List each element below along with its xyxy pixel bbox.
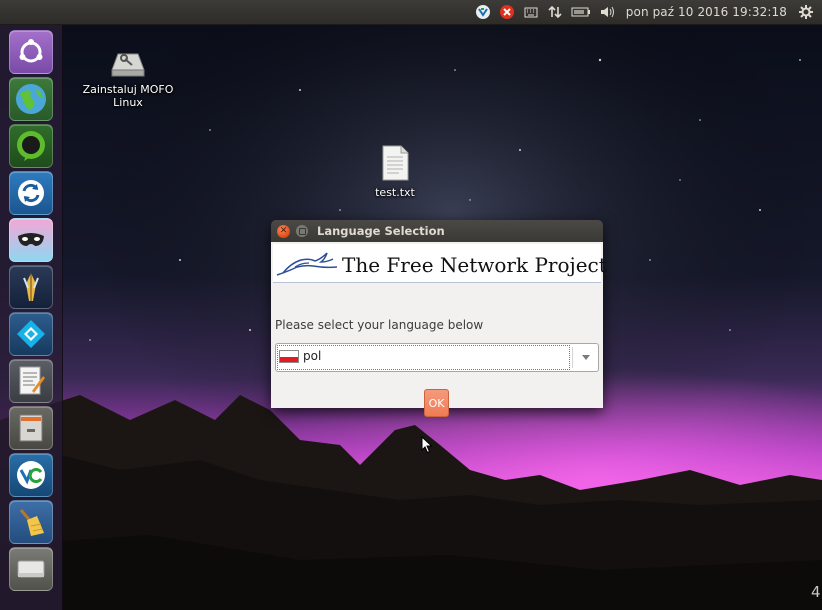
- text-editor-icon: [19, 366, 45, 395]
- vc-logo-icon: [17, 461, 45, 489]
- dialog-titlebar[interactable]: ✕ Language Selection: [271, 220, 603, 242]
- ok-button[interactable]: OK: [424, 389, 449, 417]
- settings-gear-icon[interactable]: [794, 0, 818, 25]
- clock[interactable]: pon paź 10 2016 19:32:18: [621, 0, 794, 25]
- rabbit-logo-icon: [276, 252, 338, 276]
- system-tray: pon paź 10 2016 19:32:18: [471, 0, 818, 25]
- error-icon[interactable]: [495, 0, 519, 25]
- keyboard-icon[interactable]: [519, 0, 543, 25]
- freenet-banner: The Free Network Project: [273, 244, 607, 283]
- launcher: [0, 25, 63, 610]
- launcher-messenger[interactable]: [9, 124, 53, 168]
- launcher-sync-app[interactable]: [9, 171, 53, 215]
- dialog-title: Language Selection: [317, 224, 445, 238]
- desktop-icon-test-txt[interactable]: test.txt: [360, 145, 430, 199]
- drive-icon: [17, 560, 45, 578]
- poland-flag-icon: [279, 350, 299, 363]
- combo-separator: [572, 347, 573, 368]
- corner-label: 4: [811, 583, 821, 601]
- desktop-icon-install[interactable]: Zainstaluj MOFO Linux: [78, 50, 178, 109]
- desktop-icon-label-line2: Linux: [113, 96, 143, 109]
- launcher-cleaner[interactable]: [9, 500, 53, 544]
- minimize-icon[interactable]: [296, 225, 308, 237]
- mouse-cursor-icon: [421, 436, 433, 454]
- file-cabinet-icon: [19, 414, 43, 442]
- launcher-veracrypt[interactable]: [9, 453, 53, 497]
- top-panel: pon paź 10 2016 19:32:18: [0, 0, 822, 25]
- launcher-web-browser[interactable]: [9, 77, 53, 121]
- close-icon[interactable]: ✕: [277, 224, 290, 238]
- broom-icon: [19, 509, 44, 536]
- language-select[interactable]: pol: [275, 343, 599, 372]
- launcher-kodi[interactable]: [9, 312, 53, 356]
- chevron-down-icon[interactable]: [574, 344, 598, 371]
- language-selection-dialog: ✕ Language Selection The Free Network Pr…: [271, 220, 607, 417]
- language-prompt: Please select your language below: [275, 318, 484, 332]
- launcher-tor-like-app[interactable]: [9, 265, 53, 309]
- mask-icon: [18, 233, 44, 246]
- globe-icon: [16, 84, 46, 114]
- volume-icon[interactable]: [595, 0, 621, 25]
- desktop-icon-label: test.txt: [375, 186, 415, 199]
- launcher-text-editor[interactable]: [9, 359, 53, 403]
- banner-title: The Free Network Project: [342, 253, 607, 277]
- network-arrows-icon[interactable]: [543, 0, 567, 25]
- drive-install-icon: [111, 53, 145, 77]
- kodi-icon: [17, 320, 45, 348]
- sync-arrows-icon: [18, 180, 44, 206]
- chat-bubble-icon: [17, 131, 45, 161]
- quill-icon: [23, 273, 39, 301]
- launcher-masked-app[interactable]: [9, 218, 53, 262]
- ubuntu-logo-icon: [19, 39, 43, 63]
- dialog-body: The Free Network Project Please select y…: [271, 242, 607, 417]
- vbox-extension-icon[interactable]: [471, 0, 495, 25]
- launcher-ubuntu-dash[interactable]: [9, 30, 53, 74]
- language-select-value: pol: [303, 349, 322, 363]
- desktop-icon-label-line1: Zainstaluj MOFO: [82, 83, 174, 96]
- launcher-file-manager[interactable]: [9, 406, 53, 450]
- text-file-icon: [382, 145, 409, 181]
- launcher-drive[interactable]: [9, 547, 53, 591]
- battery-icon[interactable]: [567, 0, 595, 25]
